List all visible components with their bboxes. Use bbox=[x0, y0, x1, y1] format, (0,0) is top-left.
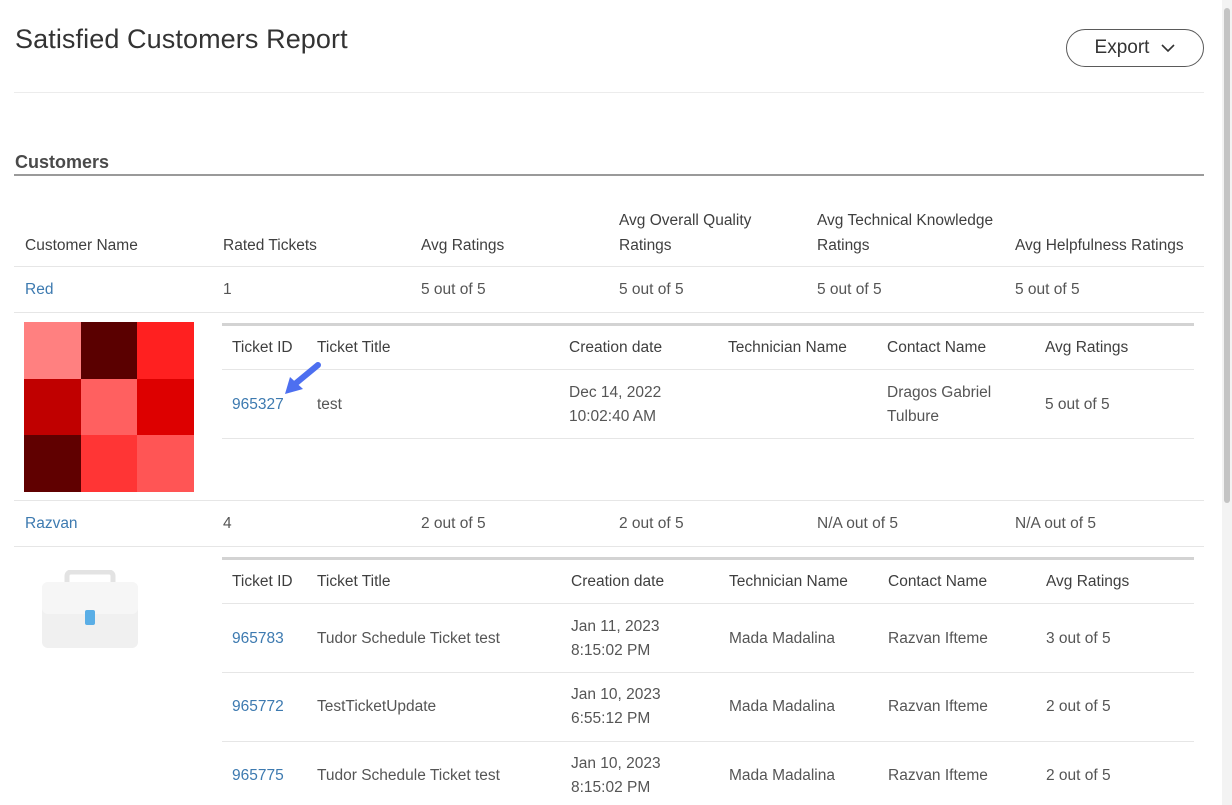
col-avg-technical-knowledge: Avg Technical Knowledge Ratings bbox=[817, 208, 993, 258]
col-ticket-avg-ratings: Avg Ratings bbox=[1046, 573, 1130, 590]
avg-ratings-value: 2 out of 5 bbox=[421, 515, 486, 532]
chevron-down-icon bbox=[1161, 43, 1176, 52]
vertical-scrollbar[interactable] bbox=[1222, 0, 1232, 805]
ticket-id-link[interactable]: 965775 bbox=[232, 764, 284, 788]
customer-name-link[interactable]: Razvan bbox=[25, 512, 78, 536]
ticket-avg-ratings: 5 out of 5 bbox=[1045, 396, 1110, 413]
avatar-tile bbox=[137, 322, 194, 379]
avatar-tile bbox=[24, 322, 81, 379]
col-technician-name: Technician Name bbox=[728, 339, 847, 356]
ticket-table-top-border bbox=[222, 323, 1194, 326]
ticket-date-line2: 8:15:02 PM bbox=[571, 642, 651, 659]
col-ticket-id: Ticket ID bbox=[232, 339, 293, 356]
col-avg-technical-knowledge-line1: Avg Technical Knowledge bbox=[817, 212, 994, 229]
export-button-label: Export bbox=[1094, 37, 1150, 58]
col-ticket-title: Ticket Title bbox=[317, 339, 391, 356]
ticket-date-line1: Jan 10, 2023 bbox=[571, 755, 661, 772]
briefcase-icon bbox=[42, 570, 138, 648]
page-title: Satisfied Customers Report bbox=[15, 24, 348, 54]
ticket-title: TestTicketUpdate bbox=[317, 698, 437, 715]
avg-technical-knowledge-value: 5 out of 5 bbox=[817, 281, 882, 298]
row-divider bbox=[14, 266, 1204, 267]
col-avg-ratings: Avg Ratings bbox=[421, 237, 505, 254]
avg-overall-quality-value: 5 out of 5 bbox=[619, 281, 684, 298]
ticket-id-link[interactable]: 965327 bbox=[232, 393, 284, 417]
col-avg-helpfulness: Avg Helpfulness Ratings bbox=[1015, 237, 1184, 254]
ticket-creation-date: Jan 10, 2023 8:15:02 PM bbox=[571, 752, 661, 800]
col-avg-technical-knowledge-line2: Ratings bbox=[817, 237, 870, 254]
cursor-arrow-icon bbox=[285, 362, 321, 394]
ticket-title: Tudor Schedule Ticket test bbox=[317, 630, 500, 647]
scrollbar-thumb[interactable] bbox=[1224, 8, 1230, 503]
ticket-date-line2: 10:02:40 AM bbox=[569, 408, 657, 425]
ticket-contact: Razvan Ifteme bbox=[888, 767, 988, 784]
avg-helpfulness-value: 5 out of 5 bbox=[1015, 281, 1080, 298]
avatar-tile bbox=[24, 378, 81, 436]
avatar-tile bbox=[137, 378, 194, 436]
col-ticket-id: Ticket ID bbox=[232, 573, 293, 590]
rated-tickets-value: 4 bbox=[223, 515, 232, 532]
ticket-creation-date: Jan 11, 2023 8:15:02 PM bbox=[571, 615, 659, 663]
ticket-avg-ratings: 2 out of 5 bbox=[1046, 767, 1111, 784]
col-ticket-title: Ticket Title bbox=[317, 573, 391, 590]
col-customer-name: Customer Name bbox=[25, 237, 138, 254]
ticket-date-line2: 8:15:02 PM bbox=[571, 779, 651, 796]
ticket-title: Tudor Schedule Ticket test bbox=[317, 767, 500, 784]
ticket-date-line1: Jan 10, 2023 bbox=[571, 686, 661, 703]
ticket-technician: Mada Madalina bbox=[729, 767, 835, 784]
col-contact-name: Contact Name bbox=[888, 573, 988, 590]
ticket-contact: Dragos Gabriel Tulbure bbox=[887, 381, 991, 429]
col-avg-overall-quality: Avg Overall Quality Ratings bbox=[619, 208, 751, 258]
ticket-date-line2: 6:55:12 PM bbox=[571, 710, 651, 727]
section-divider bbox=[14, 174, 1204, 176]
header-divider bbox=[14, 92, 1204, 93]
rated-tickets-value: 1 bbox=[223, 281, 232, 298]
row-divider bbox=[222, 672, 1194, 673]
row-divider bbox=[14, 500, 1204, 501]
ticket-id-link[interactable]: 965783 bbox=[232, 627, 284, 651]
avatar-tile bbox=[80, 378, 138, 436]
row-divider bbox=[222, 369, 1194, 370]
row-divider bbox=[222, 438, 1194, 439]
avatar-tile bbox=[80, 322, 138, 379]
col-avg-overall-quality-line2: Ratings bbox=[619, 237, 672, 254]
ticket-avg-ratings: 2 out of 5 bbox=[1046, 698, 1111, 715]
ticket-table-top-border bbox=[222, 557, 1194, 560]
row-divider bbox=[14, 312, 1204, 313]
row-divider bbox=[222, 741, 1194, 742]
avg-helpfulness-value: N/A out of 5 bbox=[1015, 515, 1096, 532]
customer-name-link[interactable]: Red bbox=[25, 278, 53, 302]
avg-overall-quality-value: 2 out of 5 bbox=[619, 515, 684, 532]
ticket-contact: Razvan Ifteme bbox=[888, 698, 988, 715]
avg-technical-knowledge-value: N/A out of 5 bbox=[817, 515, 898, 532]
ticket-date-line1: Jan 11, 2023 bbox=[571, 618, 660, 635]
row-divider bbox=[222, 603, 1194, 604]
ticket-date-line1: Dec 14, 2022 bbox=[569, 384, 662, 401]
col-avg-overall-quality-line1: Avg Overall Quality bbox=[619, 212, 752, 229]
ticket-avg-ratings: 3 out of 5 bbox=[1046, 630, 1111, 647]
row-divider bbox=[14, 546, 1204, 547]
ticket-contact-line2: Tulbure bbox=[887, 408, 939, 425]
export-button[interactable]: Export bbox=[1066, 29, 1204, 67]
ticket-technician: Mada Madalina bbox=[729, 630, 835, 647]
ticket-contact-line1: Dragos Gabriel bbox=[887, 384, 992, 401]
col-ticket-avg-ratings: Avg Ratings bbox=[1045, 339, 1129, 356]
ticket-creation-date: Dec 14, 2022 10:02:40 AM bbox=[569, 381, 661, 429]
ticket-id-link[interactable]: 965772 bbox=[232, 695, 284, 719]
col-technician-name: Technician Name bbox=[729, 573, 848, 590]
avatar-tile bbox=[80, 435, 138, 492]
ticket-creation-date: Jan 10, 2023 6:55:12 PM bbox=[571, 683, 661, 731]
col-rated-tickets: Rated Tickets bbox=[223, 237, 317, 254]
ticket-technician: Mada Madalina bbox=[729, 698, 835, 715]
avatar-tile bbox=[137, 435, 194, 492]
avg-ratings-value: 5 out of 5 bbox=[421, 281, 486, 298]
col-creation-date: Creation date bbox=[569, 339, 663, 356]
ticket-contact: Razvan Ifteme bbox=[888, 630, 988, 647]
customer-avatar bbox=[24, 322, 194, 492]
col-contact-name: Contact Name bbox=[887, 339, 987, 356]
avatar-tile bbox=[24, 435, 81, 492]
col-creation-date: Creation date bbox=[571, 573, 665, 590]
section-title: Customers bbox=[15, 152, 110, 172]
